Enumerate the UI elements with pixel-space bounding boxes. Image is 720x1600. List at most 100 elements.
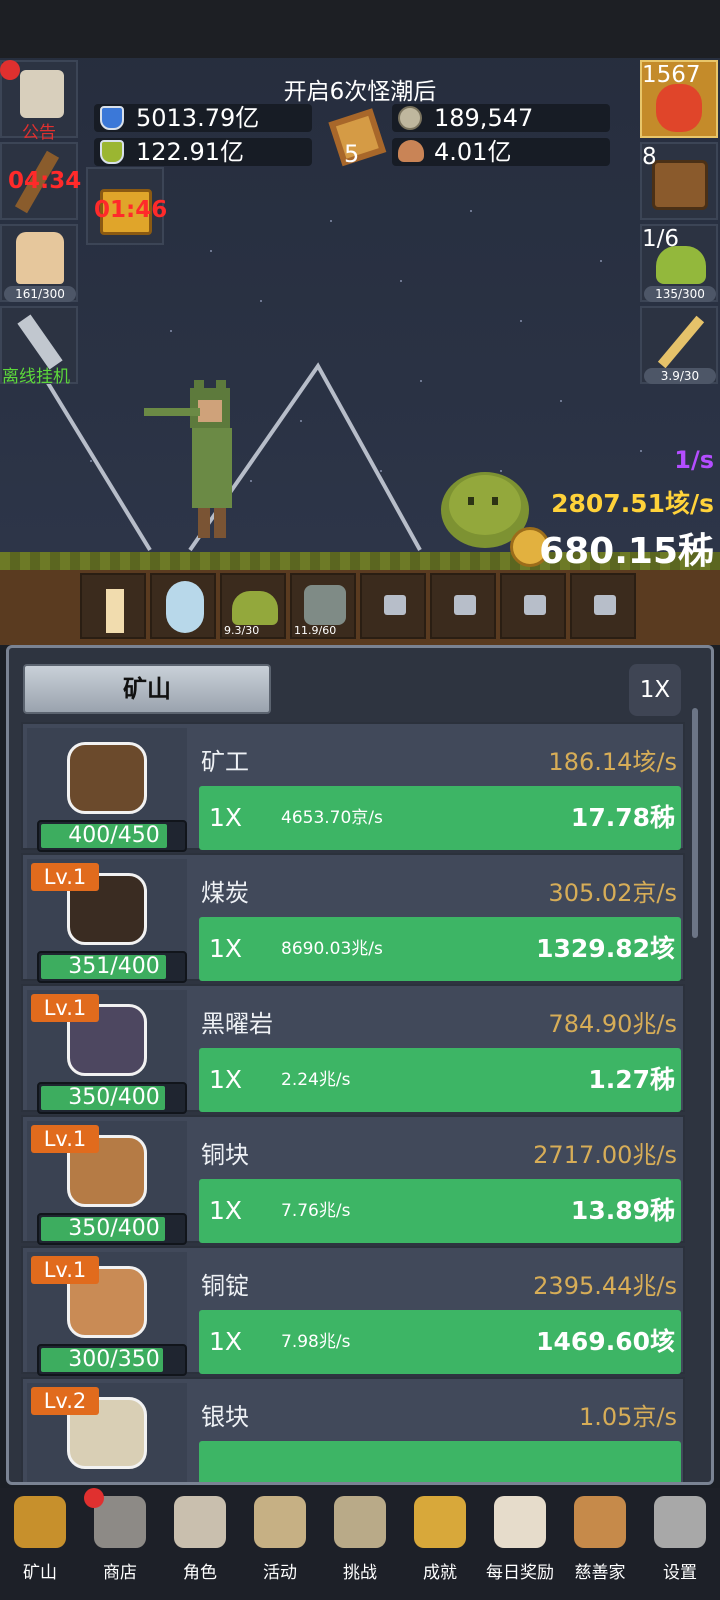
blue-potion-amount: 5013.79亿: [136, 104, 260, 132]
star: [330, 220, 332, 222]
star: [470, 210, 472, 212]
lock-icon: [384, 595, 406, 615]
nav-settings[interactable]: 设置: [640, 1488, 720, 1600]
mine-list[interactable]: 400/450 矿工 186.14垓/s 1X 4653.70京/s 17.78…: [21, 722, 685, 1482]
pyramid-background: [38, 362, 422, 552]
row-thumb: Lv.1 350/400: [27, 990, 187, 1114]
treasure-chest-icon: [652, 160, 708, 210]
lock-icon: [454, 595, 476, 615]
nav-philanthropist[interactable]: 慈善家: [560, 1488, 640, 1600]
unit-locked-1[interactable]: [360, 573, 426, 639]
multiplier-button[interactable]: 1X: [629, 664, 681, 716]
unit-zombie[interactable]: 11.9/60: [290, 573, 356, 639]
book-count: 5: [344, 140, 360, 168]
upgrade-button[interactable]: 1X 4653.70京/s 17.78秭: [199, 786, 681, 850]
scroll-icon: [254, 1496, 306, 1548]
elixir-slot[interactable]: 1567: [640, 60, 718, 138]
sword-slot[interactable]: 3.9/30: [640, 306, 718, 384]
zombie-unit-icon: [304, 585, 346, 625]
buy-multiplier: 1X: [209, 1065, 243, 1094]
unit-slime-label: 9.3/30: [224, 624, 260, 637]
buy-multiplier: 1X: [209, 1327, 243, 1356]
unit-egg[interactable]: [150, 573, 216, 639]
nav-mine[interactable]: 矿山: [0, 1488, 80, 1600]
item-name: 银块: [201, 1403, 249, 1431]
gear-icon: [654, 1496, 706, 1548]
torch-slot[interactable]: 04:34: [0, 142, 81, 220]
drink-slot[interactable]: 161/300: [0, 224, 78, 302]
buy-multiplier: 1X: [209, 934, 243, 963]
item-name: 铜锭: [201, 1272, 249, 1300]
buy-multiplier: 1X: [209, 803, 243, 832]
offline-label: 离线挂机: [2, 367, 70, 387]
buy-cost: 1.27秭: [588, 1065, 675, 1094]
nav-challenge[interactable]: 挑战: [320, 1488, 400, 1600]
unit-locked-3[interactable]: [500, 573, 566, 639]
buy-gain: 2.24兆/s: [281, 1070, 351, 1090]
green-potion-icon: [100, 140, 124, 164]
level-badge: Lv.2: [31, 1387, 99, 1415]
slime-slot[interactable]: 1/6 135/300: [640, 224, 718, 302]
item-rate: 784.90兆/s: [548, 1010, 677, 1038]
lock-icon: [594, 595, 616, 615]
row-thumb: 400/450: [27, 728, 187, 852]
item-name: 矿工: [201, 748, 249, 776]
nav-daily-reward[interactable]: 每日奖励: [480, 1488, 560, 1600]
gold-rate: 2807.51垓/s: [551, 489, 714, 518]
unit-locked-2[interactable]: [430, 573, 496, 639]
unit-slime[interactable]: 9.3/30: [220, 573, 286, 639]
hero-character[interactable]: [140, 380, 250, 555]
row-thumb: Lv.1 351/400: [27, 859, 187, 983]
upgrade-button[interactable]: [199, 1441, 681, 1482]
mine-row-obsidian: Lv.1 350/400 黑曜岩 784.90兆/s 1X 2.24兆/s 1.…: [21, 984, 685, 1114]
drink-progress: 161/300: [4, 286, 76, 302]
buy-cost: 17.78秭: [570, 803, 675, 832]
list-scrollbar[interactable]: [692, 708, 698, 938]
row-thumb: Lv.1 350/400: [27, 1121, 187, 1245]
buy-gain: 7.76兆/s: [281, 1201, 351, 1221]
star: [600, 260, 602, 262]
resource-panel: 5013.79亿 122.91亿 5 189,547 4.01亿: [92, 102, 622, 170]
candle-icon: [106, 589, 124, 633]
meat-amount: 4.01亿: [434, 138, 512, 166]
golden-chest-slot[interactable]: 01:46: [86, 167, 167, 245]
chest-count: 8: [642, 144, 657, 170]
notice-scroll-icon: [20, 70, 64, 118]
mine-row-copper-ore: Lv.1 350/400 铜块 2717.00兆/s 1X 7.76兆/s 13…: [21, 1115, 685, 1245]
mine-tab[interactable]: 矿山: [23, 664, 271, 714]
offline-slot[interactable]: 离线挂机: [0, 306, 78, 387]
buy-gain: 4653.70京/s: [281, 808, 383, 828]
upgrade-button[interactable]: 1X 7.76兆/s 13.89秭: [199, 1179, 681, 1243]
item-name: 铜块: [201, 1141, 249, 1169]
item-rate: 2717.00兆/s: [533, 1141, 677, 1169]
sword-icon: [657, 315, 705, 369]
upgrade-button[interactable]: 1X 7.98兆/s 1469.60垓: [199, 1310, 681, 1374]
chest-slot[interactable]: 8: [640, 142, 718, 220]
nav-mine-label: 矿山: [23, 1563, 57, 1583]
notice-label: 公告: [22, 123, 56, 143]
lantern-icon: [14, 1496, 66, 1548]
upgrade-button[interactable]: 1X 2.24兆/s 1.27秭: [199, 1048, 681, 1112]
unit-locked-4[interactable]: [570, 573, 636, 639]
item-name: 黑曜岩: [201, 1010, 273, 1038]
capacity-bar: 350/400: [37, 1213, 187, 1245]
level-badge: Lv.1: [31, 863, 99, 891]
nav-character[interactable]: 角色: [160, 1488, 240, 1600]
unit-candle[interactable]: [80, 573, 146, 639]
nav-philanthropist-label: 慈善家: [574, 1563, 626, 1583]
capacity-bar: 350/400: [37, 1082, 187, 1114]
item-rate: 2395.44兆/s: [533, 1272, 677, 1300]
item-rate: 305.02京/s: [548, 879, 677, 907]
slime-progress: 135/300: [644, 286, 716, 302]
mug-icon: [16, 232, 64, 284]
nav-achievements[interactable]: 成就: [400, 1488, 480, 1600]
upgrade-button[interactable]: 1X 8690.03兆/s 1329.82垓: [199, 917, 681, 981]
level-badge: Lv.1: [31, 1256, 99, 1284]
nav-events[interactable]: 活动: [240, 1488, 320, 1600]
unit-bar: 9.3/30 11.9/60: [80, 573, 640, 641]
level-badge: Lv.1: [31, 1125, 99, 1153]
star: [210, 250, 212, 252]
sword-progress: 3.9/30: [644, 368, 716, 384]
nav-shop[interactable]: 商店: [80, 1488, 160, 1600]
silver-coin-icon: [398, 106, 422, 130]
